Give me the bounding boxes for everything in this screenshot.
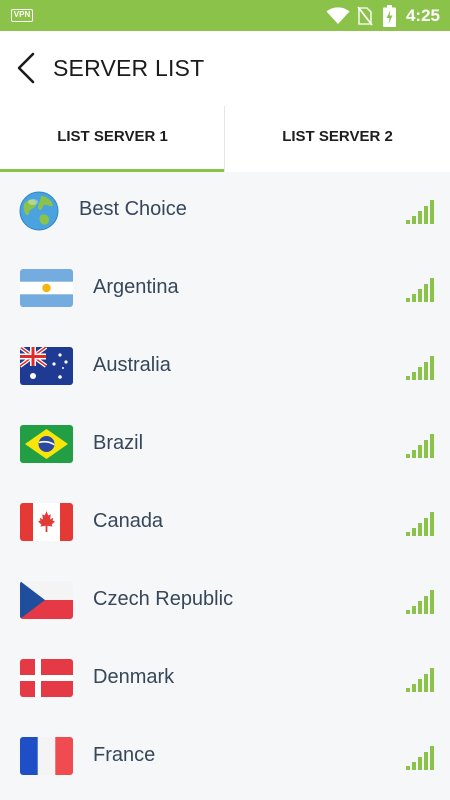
tab-bar: LIST SERVER 1 LIST SERVER 2 [0,106,450,172]
globe-icon [19,191,59,231]
signal-strength-icon [406,590,434,614]
back-button[interactable] [14,51,42,85]
server-row-australia[interactable]: Australia [0,328,450,406]
no-sim-icon [357,6,373,26]
canada-flag-icon [20,503,73,541]
page-title: SERVER LIST [53,55,205,81]
signal-strength-icon [406,746,434,770]
chevron-left-icon [17,52,35,84]
server-row-czech-republic[interactable]: Czech Republic [0,562,450,640]
server-name: Canada [93,510,164,532]
signal-strength-icon [406,356,434,380]
server-name: Australia [93,354,171,376]
server-name: Argentina [93,276,179,298]
app-bar: SERVER LIST [0,31,450,106]
signal-strength-icon [406,512,434,536]
server-list: Best Choice Argentina Australia Brazil C… [0,172,450,800]
clock-time: 4:25 [405,6,440,25]
server-row-france[interactable]: France [0,718,450,796]
server-row-canada[interactable]: Canada [0,484,450,562]
server-name: France [93,744,156,766]
vpn-key-icon: VPN [11,9,33,22]
server-row-best-choice[interactable]: Best Choice [0,172,450,250]
server-row-argentina[interactable]: Argentina [0,250,450,328]
denmark-flag-icon [20,659,73,697]
status-bar: VPN 4:25 [0,0,450,31]
czech-flag-icon [20,581,73,619]
server-name: Brazil [93,432,144,454]
tab-list-server-1[interactable]: LIST SERVER 1 [0,106,225,172]
signal-strength-icon [406,668,434,692]
server-row-brazil[interactable]: Brazil [0,406,450,484]
server-name: Denmark [93,666,175,688]
signal-strength-icon [406,434,434,458]
australia-flag-icon [20,347,73,385]
server-row-denmark[interactable]: Denmark [0,640,450,718]
battery-charging-icon [383,5,396,27]
tab-list-server-2[interactable]: LIST SERVER 2 [225,106,450,172]
france-flag-icon [20,737,73,775]
wifi-icon [326,7,350,24]
server-name: Best Choice [79,198,187,220]
signal-strength-icon [406,278,434,302]
signal-strength-icon [406,200,434,224]
argentina-flag-icon [20,269,73,307]
brazil-flag-icon [20,425,73,463]
server-name: Czech Republic [93,588,234,610]
